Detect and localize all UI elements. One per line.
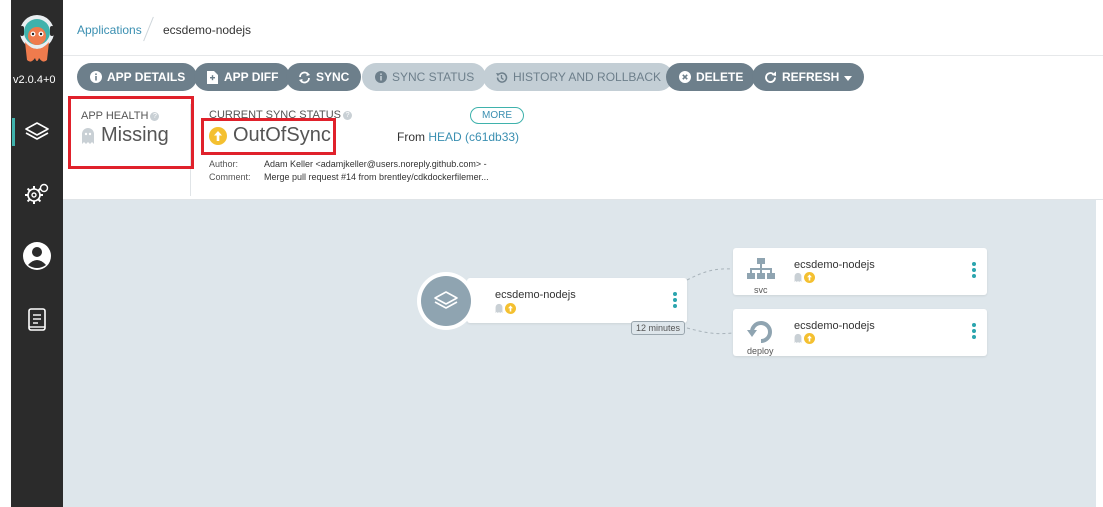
commit-author: Author: Adam Keller <adamjkeller@users.no… xyxy=(209,159,487,169)
deploy-node-badges xyxy=(794,333,815,344)
delete-label: DELETE xyxy=(696,70,744,84)
info-icon xyxy=(374,71,387,84)
app-node-badges xyxy=(495,303,516,314)
deploy-node[interactable]: deploy ecsdemo-nodejs xyxy=(733,309,987,356)
svc-node-name: ecsdemo-nodejs xyxy=(794,259,875,271)
refresh-icon xyxy=(764,71,777,84)
out-of-sync-icon xyxy=(505,303,516,314)
commit-comment: Comment: Merge pull request #14 from bren… xyxy=(209,172,489,182)
argo-logo[interactable] xyxy=(17,12,57,66)
ghost-icon xyxy=(794,272,802,283)
app-diff-button[interactable]: APP DIFF xyxy=(194,63,291,91)
version-label: v2.0.4+0 xyxy=(13,74,56,86)
sidebar: v2.0.4+0 xyxy=(11,0,63,507)
deploy-node-name: ecsdemo-nodejs xyxy=(794,320,875,332)
sidebar-item-settings[interactable] xyxy=(11,174,63,214)
breadcrumb-separator xyxy=(143,16,154,42)
sync-status-button[interactable]: SYNC STATUS xyxy=(362,63,487,91)
app-node-icon xyxy=(421,276,471,326)
file-diff-icon xyxy=(206,70,219,84)
deploy-node-menu[interactable] xyxy=(972,323,976,339)
refresh-label: REFRESH xyxy=(782,70,840,84)
refresh-button[interactable]: REFRESH xyxy=(752,63,865,91)
docs-icon xyxy=(28,308,46,331)
delete-icon xyxy=(678,71,691,84)
out-of-sync-icon xyxy=(804,333,815,344)
service-icon xyxy=(747,258,775,279)
user-icon xyxy=(23,242,51,270)
svc-node[interactable]: svc ecsdemo-nodejs xyxy=(733,248,987,295)
resource-tree: ecsdemo-nodejs 12 minutes svc ecsdemo-no… xyxy=(63,200,1096,507)
health-highlight-box xyxy=(68,96,194,169)
app-node[interactable]: ecsdemo-nodejs xyxy=(467,278,687,323)
history-rollback-button[interactable]: HISTORY AND ROLLBACK xyxy=(483,63,674,91)
svc-node-kind: svc xyxy=(754,285,768,295)
app-node-age: 12 minutes xyxy=(631,321,686,335)
app-toolbar: APP DETAILS APP DIFF SYNC SYNC STATUS HI… xyxy=(63,56,1103,96)
layers-icon xyxy=(25,122,49,140)
info-icon xyxy=(89,71,102,84)
sync-button[interactable]: SYNC xyxy=(286,63,362,91)
more-button[interactable]: MORE xyxy=(470,107,524,124)
gears-icon xyxy=(25,183,49,204)
app-diff-label: APP DIFF xyxy=(224,70,279,84)
deploy-node-kind: deploy xyxy=(747,346,774,356)
revision-link[interactable]: HEAD (c61db33) xyxy=(428,130,519,144)
layers-icon xyxy=(434,291,458,309)
app-node-name: ecsdemo-nodejs xyxy=(495,289,576,301)
app-details-label: APP DETAILS xyxy=(107,70,186,84)
delete-button[interactable]: DELETE xyxy=(666,63,756,91)
author-label: Author: xyxy=(209,159,239,169)
svc-node-menu[interactable] xyxy=(972,262,976,278)
sync-icon xyxy=(298,71,311,84)
ghost-icon xyxy=(794,333,802,344)
svc-node-badges xyxy=(794,272,815,283)
app-window: v2.0.4+0 Applications ecsdemo-nodejs APP… xyxy=(0,0,1103,507)
app-node-menu[interactable] xyxy=(673,292,677,308)
app-details-button[interactable]: APP DETAILS xyxy=(77,63,198,91)
sidebar-item-applications[interactable] xyxy=(11,112,63,152)
help-icon[interactable]: ? xyxy=(343,111,353,120)
ghost-icon xyxy=(495,303,503,314)
history-icon xyxy=(495,71,508,84)
breadcrumb-current: ecsdemo-nodejs xyxy=(163,23,252,37)
out-of-sync-icon xyxy=(804,272,815,283)
breadcrumb: Applications ecsdemo-nodejs xyxy=(63,0,1103,56)
sidebar-item-user-info[interactable] xyxy=(11,236,63,276)
caret-down-icon xyxy=(844,70,853,84)
comment-label: Comment: xyxy=(209,172,251,182)
breadcrumb-applications-link[interactable]: Applications xyxy=(77,23,142,37)
app-node-icon-ring[interactable] xyxy=(417,272,475,330)
author-value: Adam Keller <adamjkeller@users.noreply.g… xyxy=(264,159,487,169)
deployment-icon xyxy=(747,321,772,343)
sync-label: SYNC xyxy=(316,70,350,84)
from-prefix: From xyxy=(397,130,425,144)
history-rollback-label: HISTORY AND ROLLBACK xyxy=(513,70,662,84)
sync-status-label: SYNC STATUS xyxy=(392,70,475,84)
sync-highlight-box xyxy=(201,118,336,155)
sync-revision: From HEAD (c61db33) xyxy=(397,130,519,144)
sidebar-item-documentation[interactable] xyxy=(11,300,63,340)
comment-value: Merge pull request #14 from brentley/cdk… xyxy=(264,172,489,182)
